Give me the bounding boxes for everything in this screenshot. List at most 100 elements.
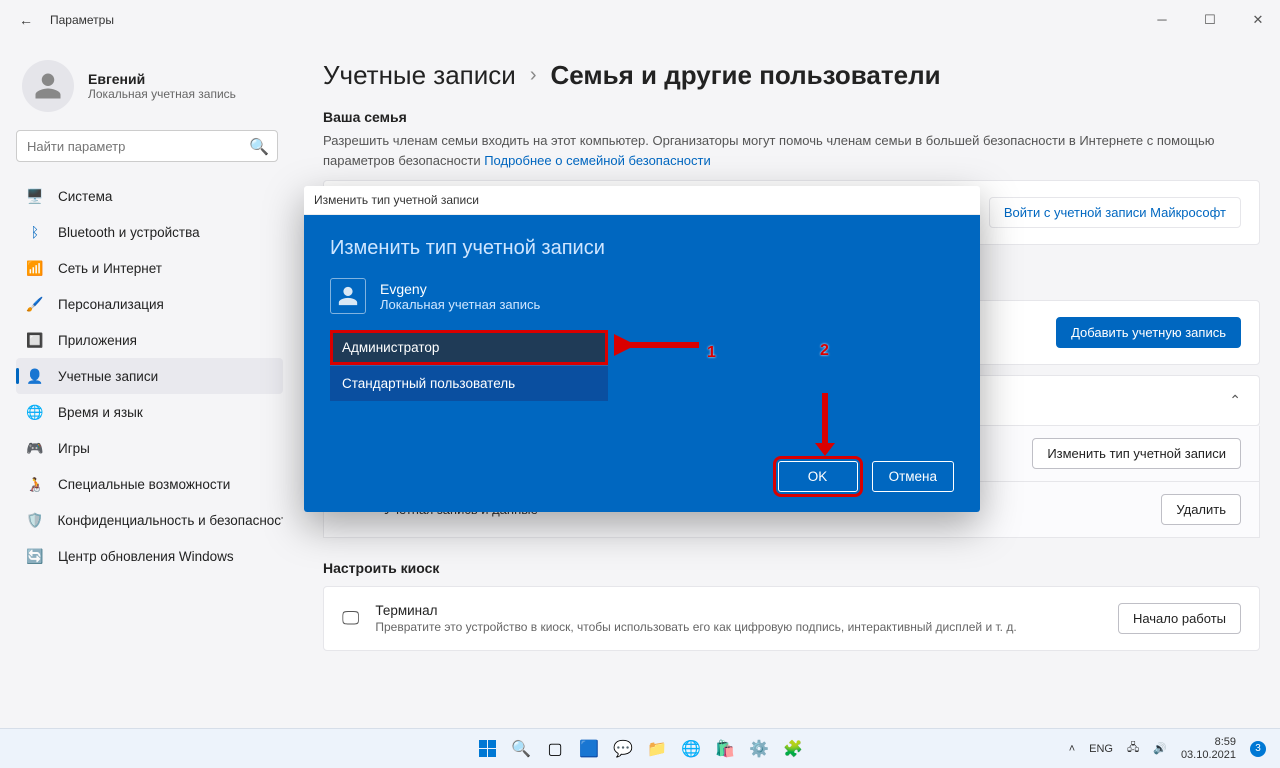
person-icon: 👤 [26, 367, 44, 385]
user-subtitle: Локальная учетная запись [88, 87, 236, 101]
kiosk-icon: 🖵 [342, 608, 359, 629]
nav-privacy[interactable]: 🛡️ Конфиденциальность и безопасность [16, 502, 283, 538]
nav-label: Приложения [58, 333, 137, 348]
brush-icon: 🖌️ [26, 295, 44, 313]
shield-icon: 🛡️ [26, 511, 43, 529]
globe-icon: 🌐 [26, 403, 44, 421]
file-explorer-icon[interactable]: 📁 [643, 735, 671, 763]
change-account-type-button[interactable]: Изменить тип учетной записи [1032, 438, 1241, 469]
nav-system[interactable]: 🖥️ Система [16, 178, 283, 214]
dialog-user-block: Evgeny Локальная учетная запись [330, 278, 954, 314]
annotation-arrow-2 [810, 388, 840, 458]
chat-icon[interactable]: 💬 [609, 735, 637, 763]
add-account-button[interactable]: Добавить учетную запись [1056, 317, 1241, 348]
kiosk-title: Терминал [375, 603, 1102, 618]
system-tray: ˄ ENG 🖧 🔊 8:59 03.10.2021 3 [1069, 736, 1280, 761]
windows-logo-icon [479, 740, 496, 757]
kiosk-subtitle: Превратите это устройство в киоск, чтобы… [375, 620, 1102, 634]
nav-accessibility[interactable]: 🧑‍🦽 Специальные возможности [16, 466, 283, 502]
nav-label: Время и язык [58, 405, 143, 420]
task-view-icon[interactable]: ▢ [541, 735, 569, 763]
ok-button[interactable]: OK [778, 461, 858, 492]
window-title: Параметры [50, 13, 114, 27]
nav-list: 🖥️ Система ᛒ Bluetooth и устройства 📶 Сеть … [16, 178, 283, 574]
chevron-right-icon: › [530, 64, 537, 87]
update-icon: 🔄 [26, 547, 44, 565]
search-box[interactable]: 🔍 [16, 130, 283, 162]
gamepad-icon: 🎮 [26, 439, 44, 457]
nav-label: Игры [58, 441, 90, 456]
display-icon: 🖥️ [26, 187, 44, 205]
language-indicator[interactable]: ENG [1089, 743, 1113, 755]
delete-account-button[interactable]: Удалить [1161, 494, 1241, 525]
user-name: Евгений [88, 71, 236, 87]
nav-time-language[interactable]: 🌐 Время и язык [16, 394, 283, 430]
family-text: Разрешить членам семьи входить на этот к… [323, 133, 1215, 168]
taskbar-center: 🔍 ▢ 🟦 💬 📁 🌐 🛍️ ⚙️ 🧩 [473, 735, 807, 763]
breadcrumb-current: Семья и другие пользователи [550, 60, 940, 91]
nav-bluetooth[interactable]: ᛒ Bluetooth и устройства [16, 214, 283, 250]
nav-label: Bluetooth и устройства [58, 225, 200, 240]
dialog-heading: Изменить тип учетной записи [330, 237, 954, 260]
cancel-button[interactable]: Отмена [872, 461, 954, 492]
nav-apps[interactable]: 🔲 Приложения [16, 322, 283, 358]
nav-label: Конфиденциальность и безопасность [57, 513, 283, 528]
nav-personalization[interactable]: 🖌️ Персонализация [16, 286, 283, 322]
apps-icon: 🔲 [26, 331, 44, 349]
annotation-arrow-1 [614, 330, 704, 360]
dialog-user-name: Evgeny [380, 281, 540, 297]
notification-badge[interactable]: 3 [1250, 741, 1266, 757]
nav-label: Система [58, 189, 112, 204]
ms-signin-button[interactable]: Войти с учетной записи Майкрософт [989, 197, 1241, 228]
nav-gaming[interactable]: 🎮 Игры [16, 430, 283, 466]
store-icon[interactable]: 🛍️ [711, 735, 739, 763]
taskbar-search-icon[interactable]: 🔍 [507, 735, 535, 763]
search-input[interactable] [16, 130, 278, 162]
wifi-icon: 📶 [26, 259, 44, 277]
option-standard-user[interactable]: Стандартный пользователь [330, 365, 608, 401]
family-description: Разрешить членам семьи входить на этот к… [323, 131, 1260, 170]
settings-icon[interactable]: ⚙️ [745, 735, 773, 763]
breadcrumb: Учетные записи › Семья и другие пользова… [323, 60, 1260, 91]
nav-label: Сеть и Интернет [58, 261, 162, 276]
nav-network[interactable]: 📶 Сеть и Интернет [16, 250, 283, 286]
breadcrumb-root[interactable]: Учетные записи [323, 60, 516, 91]
family-heading: Ваша семья [323, 109, 1260, 125]
nav-label: Учетные записи [58, 369, 158, 384]
maximize-button[interactable]: ☐ [1200, 12, 1220, 28]
nav-label: Центр обновления Windows [58, 549, 234, 564]
account-type-dropdown[interactable]: Администратор Стандартный пользователь [330, 330, 608, 401]
tray-overflow-icon[interactable]: ˄ [1069, 743, 1075, 755]
nav-accounts[interactable]: 👤 Учетные записи [16, 358, 283, 394]
kiosk-heading: Настроить киоск [323, 560, 1260, 576]
user-avatar-icon [22, 60, 74, 112]
clock-date: 03.10.2021 [1181, 749, 1236, 762]
network-icon[interactable]: 🖧 [1127, 739, 1139, 758]
dialog-titlebar: Изменить тип учетной записи [304, 186, 980, 215]
kiosk-card[interactable]: 🖵 Терминал Превратите это устройство в к… [323, 586, 1260, 651]
annotation-label-2: 2 [820, 342, 829, 360]
sidebar: Евгений Локальная учетная запись 🔍 🖥️ Сис… [0, 40, 295, 730]
nav-label: Специальные возможности [58, 477, 230, 492]
start-button[interactable] [473, 735, 501, 763]
nav-label: Персонализация [58, 297, 164, 312]
user-icon [330, 278, 366, 314]
accessibility-icon: 🧑‍🦽 [26, 475, 44, 493]
close-button[interactable]: ✕ [1248, 12, 1268, 28]
family-safety-link[interactable]: Подробнее о семейной безопасности [484, 153, 711, 168]
bluetooth-icon: ᛒ [26, 223, 44, 241]
taskbar: 🔍 ▢ 🟦 💬 📁 🌐 🛍️ ⚙️ 🧩 ˄ ENG 🖧 🔊 8:59 03.10… [0, 728, 1280, 768]
minimize-button[interactable]: ─ [1152, 12, 1172, 28]
option-administrator[interactable]: Администратор [330, 330, 608, 365]
edge-icon[interactable]: 🌐 [677, 735, 705, 763]
clock[interactable]: 8:59 03.10.2021 [1181, 736, 1236, 761]
back-button[interactable]: ← [12, 12, 40, 28]
kiosk-start-button[interactable]: Начало работы [1118, 603, 1241, 634]
dialog-user-type: Локальная учетная запись [380, 297, 540, 312]
volume-icon[interactable]: 🔊 [1153, 742, 1167, 755]
window-titlebar: ← Параметры ─ ☐ ✕ [0, 0, 1280, 40]
app-icon[interactable]: 🧩 [779, 735, 807, 763]
widgets-icon[interactable]: 🟦 [575, 735, 603, 763]
current-user-block[interactable]: Евгений Локальная учетная запись [22, 60, 283, 112]
nav-windows-update[interactable]: 🔄 Центр обновления Windows [16, 538, 283, 574]
